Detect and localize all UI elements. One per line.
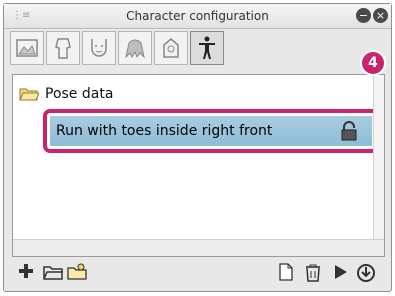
bottom-toolbar: [4, 255, 391, 291]
background-icon: [16, 39, 38, 57]
pose-item-highlight: Run with toes inside right front: [43, 109, 379, 153]
accessory-icon: [163, 38, 179, 58]
panel-title: Character configuration: [126, 9, 269, 23]
close-icon[interactable]: ×: [373, 8, 388, 23]
tab-face[interactable]: [82, 31, 116, 65]
pose-tree-view[interactable]: Pose data Run with toes inside right fro…: [12, 74, 385, 257]
trash-icon[interactable]: [304, 263, 322, 283]
tab-hair[interactable]: [118, 31, 152, 65]
tab-background[interactable]: [10, 31, 44, 65]
character-configuration-panel: ⋮≡ Character configuration − × Pose data: [3, 3, 392, 292]
pose-icon: [199, 36, 215, 59]
body-icon: [55, 38, 71, 59]
lock-icon[interactable]: [340, 120, 358, 142]
callout-badge: 4: [360, 50, 386, 76]
play-icon[interactable]: [334, 263, 348, 281]
tab-strip: [10, 31, 385, 69]
add-icon[interactable]: [18, 263, 34, 279]
pose-item[interactable]: Run with toes inside right front: [50, 116, 372, 146]
title-bar: ⋮≡ Character configuration − ×: [4, 4, 391, 29]
tab-pose[interactable]: [190, 31, 224, 65]
tab-body[interactable]: [46, 31, 80, 65]
document-icon[interactable]: [278, 263, 294, 281]
hair-icon: [125, 39, 145, 59]
new-folder-icon[interactable]: [42, 263, 64, 281]
horizontal-scrollbar[interactable]: [13, 239, 384, 256]
minimize-icon[interactable]: −: [356, 8, 371, 23]
folder-label: Pose data: [45, 86, 114, 102]
import-folder-icon[interactable]: [66, 263, 88, 281]
vertical-scrollbar[interactable]: [373, 75, 384, 241]
folder-icon: [19, 88, 39, 101]
face-icon: [91, 39, 107, 57]
tab-accessory[interactable]: [154, 31, 188, 65]
pose-item-label: Run with toes inside right front: [56, 123, 273, 139]
apply-icon[interactable]: [356, 263, 376, 283]
